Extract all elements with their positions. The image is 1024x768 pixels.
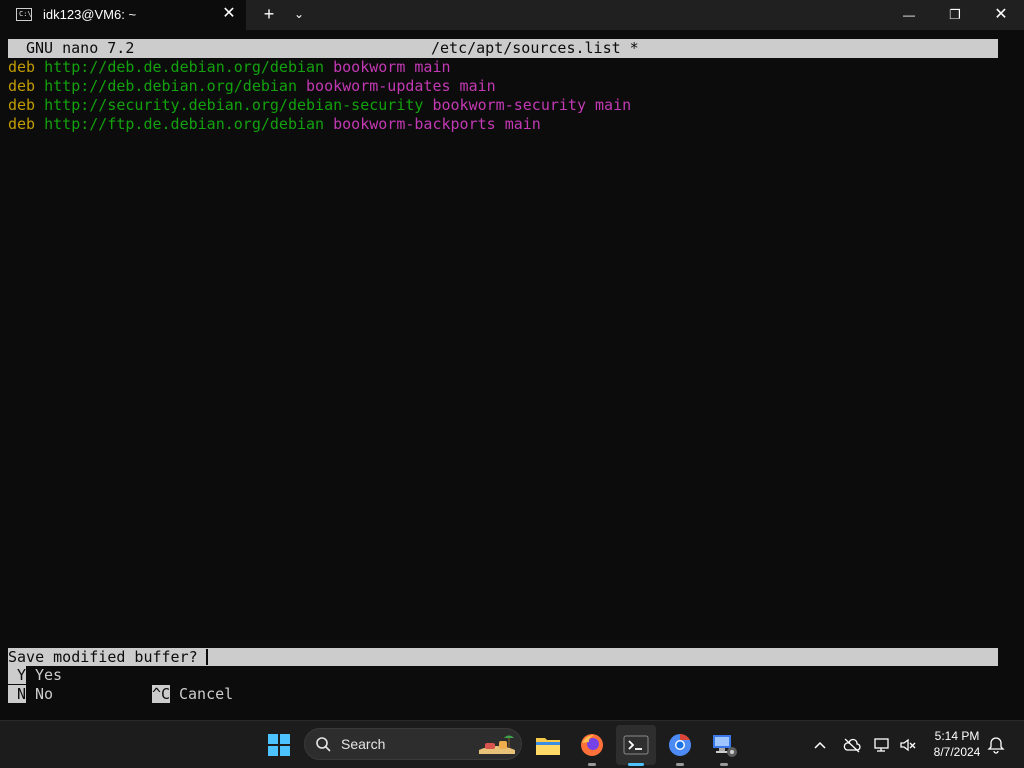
search-highlight-icon <box>479 735 515 754</box>
save-prompt: Save modified buffer? <box>8 648 198 666</box>
search-placeholder: Search <box>341 736 386 752</box>
clock-date: 8/7/2024 <box>933 745 981 759</box>
text-line[interactable]: deb http://deb.debian.org/debian bookwor… <box>8 77 496 96</box>
save-prompt-bar[interactable]: Save modified buffer? <box>8 648 998 666</box>
cancel-option[interactable]: Cancel <box>179 685 233 703</box>
remote-desktop-running-indicator <box>720 763 728 766</box>
close-window-button[interactable]: ✕ <box>978 0 1024 30</box>
firefox-running-indicator <box>588 763 596 766</box>
yes-key[interactable]: Y <box>8 666 26 684</box>
file-explorer-icon[interactable] <box>532 729 564 761</box>
terminal-active-indicator <box>628 763 644 766</box>
text-line[interactable]: deb http://deb.de.debian.org/debian book… <box>8 58 451 77</box>
windows-start-icon[interactable] <box>263 729 295 761</box>
remote-desktop-icon[interactable] <box>708 729 740 761</box>
cloud-offline-icon[interactable] <box>842 735 862 755</box>
yes-option[interactable]: Yes <box>35 666 62 684</box>
search-input[interactable]: Search <box>304 728 522 760</box>
no-option[interactable]: No <box>35 685 53 703</box>
chrome-running-indicator <box>676 763 684 766</box>
nano-version: GNU nano 7.2 <box>26 39 135 57</box>
title-bar: C:\ idk123@VM6: ~ ✕ + ⌄ — ❐ ✕ <box>0 0 1024 30</box>
notification-bell-icon[interactable] <box>986 735 1006 755</box>
chevron-down-icon[interactable]: ⌄ <box>289 4 309 24</box>
terminal-icon: C:\ <box>16 8 32 21</box>
no-key[interactable]: N <box>8 685 26 703</box>
terminal-area[interactable]: GNU nano 7.2 /etc/apt/sources.list * deb… <box>0 30 1024 720</box>
cancel-key[interactable]: ^C <box>152 685 170 703</box>
new-tab-button[interactable]: + <box>259 4 279 24</box>
tab-title: idk123@VM6: ~ <box>43 7 137 22</box>
terminal-app-icon[interactable] <box>620 729 652 761</box>
nano-header-bar: GNU nano 7.2 /etc/apt/sources.list * <box>8 39 998 58</box>
minimize-button[interactable]: — <box>886 0 932 30</box>
terminal-tab[interactable]: C:\ idk123@VM6: ~ ✕ <box>0 0 246 30</box>
text-cursor <box>206 649 208 665</box>
text-line[interactable]: deb http://security.debian.org/debian-se… <box>8 96 631 115</box>
chrome-icon[interactable] <box>664 729 696 761</box>
network-icon[interactable] <box>872 735 892 755</box>
maximize-button[interactable]: ❐ <box>932 0 978 30</box>
close-tab-icon[interactable]: ✕ <box>219 4 239 24</box>
system-clock[interactable]: 5:14 PM 8/7/2024 <box>926 728 988 760</box>
search-icon <box>316 737 331 752</box>
chevron-up-icon[interactable] <box>810 735 830 755</box>
taskbar: Search 5:14 PM 8/7/2024 <box>0 720 1024 768</box>
nano-filename: /etc/apt/sources.list * <box>431 39 639 57</box>
text-line[interactable]: deb http://ftp.de.debian.org/debian book… <box>8 115 541 134</box>
volume-muted-icon[interactable] <box>898 735 918 755</box>
firefox-icon[interactable] <box>576 729 608 761</box>
clock-time: 5:14 PM <box>934 729 980 743</box>
